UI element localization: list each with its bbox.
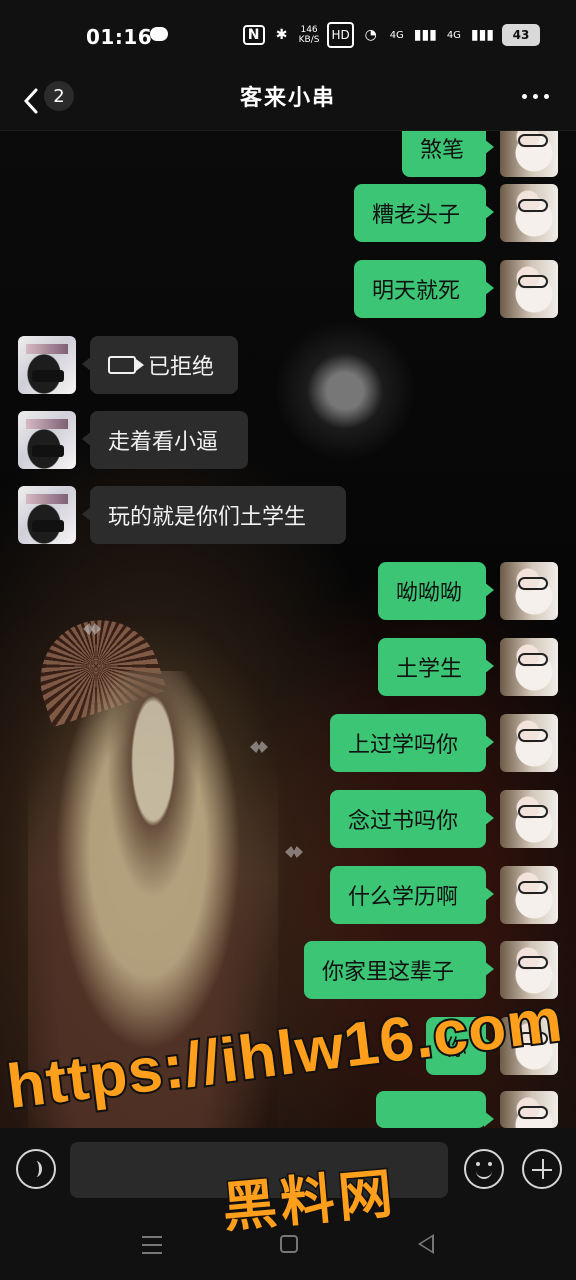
wifi-icon: ◔ (364, 27, 377, 43)
message-input-bar (0, 1128, 576, 1212)
message-bubble[interactable]: 你家里这辈子 (304, 941, 494, 999)
contact-avatar[interactable] (18, 336, 76, 394)
message-bubble[interactable]: 玩的就是你们土学生 (82, 486, 346, 544)
menu-icon[interactable] (142, 1236, 162, 1254)
message-row: 玩的就是你们土学生 (0, 486, 576, 544)
message-row: 念过书吗你 (0, 790, 576, 848)
message-row: 呦呦呦 (0, 562, 576, 620)
plus-icon[interactable] (522, 1149, 562, 1189)
signal-label-2: 4G (446, 29, 461, 41)
system-navigation-bar (0, 1212, 576, 1280)
message-bubble[interactable]: 煞笔 (402, 131, 494, 177)
self-avatar[interactable] (500, 866, 558, 924)
message-row-partial (0, 1091, 576, 1128)
message-row: 什么学历啊 (0, 866, 576, 924)
emoji-icon[interactable] (464, 1149, 504, 1189)
message-bubble[interactable]: 你 (426, 1017, 494, 1075)
message-bubble[interactable]: 呦呦呦 (378, 562, 494, 620)
signal-bars-icon-2: ▮▮▮ (470, 27, 494, 43)
status-bar: 01:16 N ✱ 146 KB/S HD ◔ 4G ▮▮▮ 4G ▮▮▮ 43 (0, 0, 576, 72)
self-avatar[interactable] (500, 941, 558, 999)
message-row: 你 (0, 1017, 576, 1075)
back-nav-icon[interactable] (418, 1234, 434, 1254)
self-avatar[interactable] (500, 790, 558, 848)
self-avatar[interactable] (500, 184, 558, 242)
partial-message-bubble[interactable] (376, 1091, 494, 1128)
self-avatar[interactable] (500, 131, 558, 177)
wechat-notification-icon (150, 27, 168, 41)
self-avatar[interactable] (500, 714, 558, 772)
self-avatar[interactable] (500, 260, 558, 318)
time: 01:16 (86, 25, 153, 49)
chat-header: 2 客来小串 (0, 72, 576, 131)
message-text: 已拒绝 (148, 355, 215, 380)
message-row: 已拒绝 (0, 336, 576, 394)
signal-label-1: 4G (389, 29, 404, 41)
message-row: 走着看小逼 (0, 411, 576, 469)
message-row: 煞笔 (0, 131, 576, 177)
self-avatar[interactable] (500, 1091, 558, 1128)
message-bubble[interactable]: 土学生 (378, 638, 494, 696)
message-input[interactable] (70, 1142, 448, 1198)
message-bubble[interactable]: 念过书吗你 (330, 790, 494, 848)
voice-input-icon[interactable] (16, 1149, 56, 1189)
battery-icon: 43 (502, 24, 540, 46)
nfc-icon: N (242, 25, 265, 45)
message-bubble[interactable]: 走着看小逼 (82, 411, 248, 469)
bluetooth-icon: ✱ (275, 27, 288, 43)
message-row: 明天就死 (0, 260, 576, 318)
chat-area[interactable]: 煞笔 糟老头子 明天就死 已拒绝 走着看小逼 玩的就是你们土学生 呦呦呦 土学生… (0, 131, 576, 1128)
chat-title: 客来小串 (239, 86, 336, 111)
contact-avatar[interactable] (18, 486, 76, 544)
video-call-rejected-bubble[interactable]: 已拒绝 (82, 336, 238, 394)
video-icon (108, 356, 144, 374)
self-avatar[interactable] (500, 638, 558, 696)
hd-icon: HD (327, 22, 354, 48)
home-icon[interactable] (280, 1235, 298, 1253)
self-avatar[interactable] (500, 1017, 558, 1075)
contact-avatar[interactable] (18, 411, 76, 469)
message-bubble[interactable]: 糟老头子 (354, 184, 494, 242)
message-row: 上过学吗你 (0, 714, 576, 772)
signal-bars-icon-1: ▮▮▮ (413, 27, 437, 43)
message-bubble[interactable]: 什么学历啊 (330, 866, 494, 924)
message-row: 糟老头子 (0, 184, 576, 242)
message-bubble[interactable]: 上过学吗你 (330, 714, 494, 772)
message-bubble[interactable]: 明天就死 (354, 260, 494, 318)
message-row: 你家里这辈子 (0, 941, 576, 999)
network-speed: 146 KB/S (298, 25, 320, 45)
more-options-icon[interactable] (522, 92, 552, 100)
message-row: 土学生 (0, 638, 576, 696)
status-icons: N ✱ 146 KB/S HD ◔ 4G ▮▮▮ 4G ▮▮▮ 43 (242, 22, 540, 48)
self-avatar[interactable] (500, 562, 558, 620)
